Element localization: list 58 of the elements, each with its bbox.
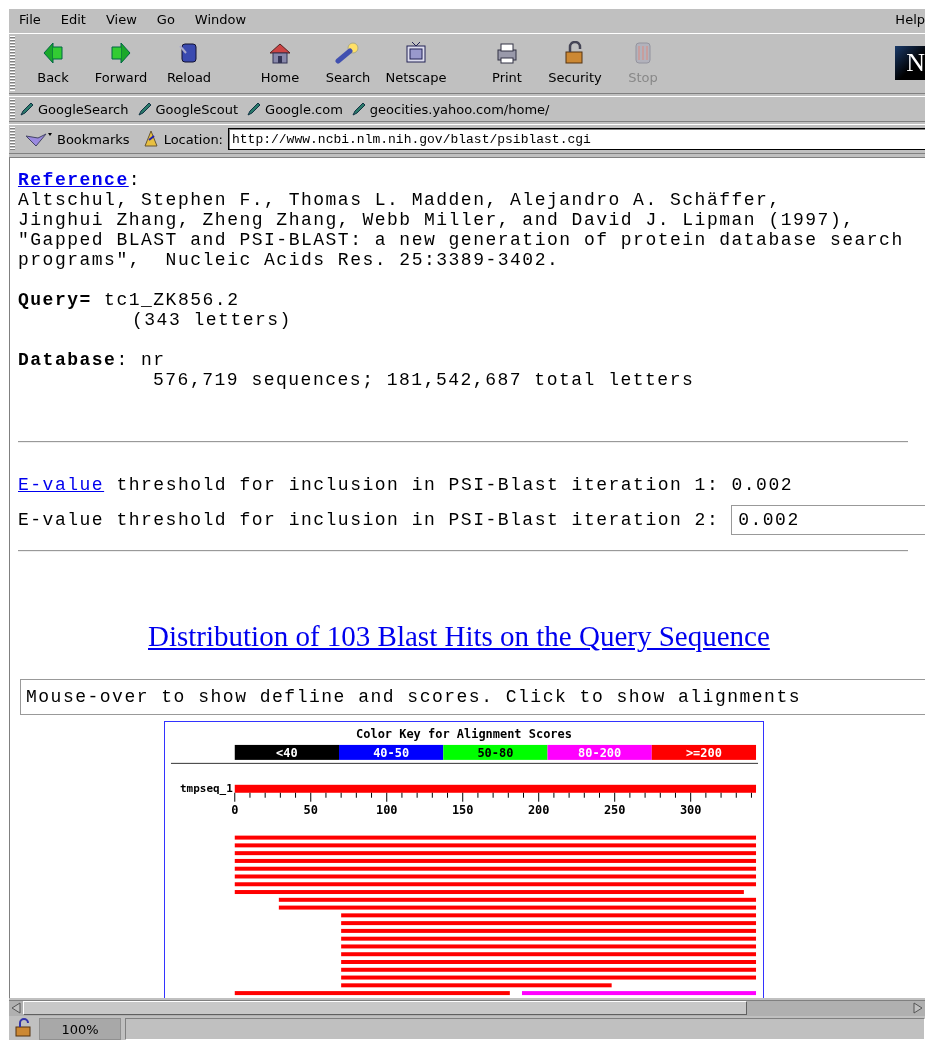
bookmark-link[interactable]: Google.com bbox=[246, 101, 343, 118]
bookmarks-button[interactable]: Bookmarks bbox=[24, 130, 130, 149]
menu-item[interactable]: Edit bbox=[60, 12, 96, 28]
axis-tick-label: 50 bbox=[303, 802, 318, 817]
toolbar-grip[interactable] bbox=[10, 127, 15, 151]
house-icon bbox=[267, 41, 293, 66]
evalue-field[interactable]: 0.002 bbox=[731, 505, 925, 535]
evalue-label: E-value threshold for inclusion in PSI-Blast iteration 2: bbox=[18, 510, 720, 530]
printer-icon bbox=[494, 41, 520, 66]
location-icon bbox=[142, 130, 159, 149]
toolbar-grip[interactable] bbox=[10, 98, 15, 120]
citation-text: Reference: Altschul, Stephen F., Thomas L. Madden, Alejandro A. Schäffer, Jinghui Zhang, Zheng Zhang, Webb Miller, and David J. Lipman (1997), "Gapped BLAST and PSI-BLAST: a new generation of protein database search programs", Nucleic Acids Res. 25:3389-3402. bbox=[18, 170, 905, 270]
axis-tick-label: 300 bbox=[679, 802, 702, 817]
flashlight-icon bbox=[335, 41, 361, 66]
menu-item[interactable]: View bbox=[105, 12, 147, 28]
distribution-heading-link[interactable]: Distribution of 103 Blast Hits on the Query Sequence bbox=[148, 620, 925, 652]
bookmark-link[interactable]: GoogleScout bbox=[136, 101, 239, 118]
color-key-label: >=200 bbox=[685, 745, 722, 760]
pen-icon bbox=[246, 101, 263, 118]
color-key-title: Color Key for Alignment Scores bbox=[356, 726, 572, 741]
axis-tick-label: 0 bbox=[231, 802, 239, 817]
menu-item[interactable]: Go bbox=[156, 12, 185, 28]
menu-item[interactable]: File bbox=[19, 12, 51, 28]
scroll-left-arrow-icon[interactable] bbox=[9, 1001, 23, 1016]
menu-item[interactable]: Help bbox=[895, 12, 925, 28]
location-label: Location: bbox=[163, 131, 223, 147]
sequence-label: tmpseq_1 bbox=[180, 781, 233, 795]
color-key-label: 80-200 bbox=[578, 745, 622, 760]
query-text: Query= tc1_ZK856.2 bbox=[18, 290, 241, 310]
defline-field[interactable]: Mouse-over to show defline and scores. Click to show alignments bbox=[20, 679, 925, 715]
query-length-text: (343 letters) bbox=[131, 310, 293, 330]
pen-icon bbox=[136, 101, 153, 118]
evalue-text: E-value threshold for inclusion in PSI-Blast iteration 1: 0.002 bbox=[18, 475, 795, 495]
axis-tick-label: 250 bbox=[603, 802, 626, 817]
axis-tick-label: 200 bbox=[527, 802, 550, 817]
axis-tick-label: 150 bbox=[451, 802, 474, 817]
database-stats-text: 576,719 sequences; 181,542,687 total letters bbox=[152, 370, 696, 390]
reference-link[interactable]: Reference bbox=[18, 170, 129, 190]
browser-logo: N bbox=[895, 46, 925, 81]
url-field[interactable]: http://www.ncbi.nlm.nih.gov/blast/psiblast.cgi bbox=[228, 128, 925, 151]
menu-item[interactable]: Window bbox=[194, 12, 257, 28]
scroll-right-arrow-icon[interactable] bbox=[911, 1001, 925, 1016]
database-text: Database: nr bbox=[18, 350, 167, 370]
evalue-link[interactable]: E-value bbox=[18, 475, 105, 495]
color-key-label: 40-50 bbox=[373, 745, 410, 760]
toolbar-grip[interactable] bbox=[10, 35, 15, 91]
bookmark-book-icon bbox=[24, 130, 54, 149]
pen-icon bbox=[350, 101, 367, 118]
scrollbar-thumb[interactable] bbox=[23, 1001, 747, 1016]
color-key-label: <40 bbox=[276, 745, 298, 760]
bookmark-link[interactable]: GoogleSearch bbox=[19, 101, 129, 118]
alignment-hits-drawing[interactable] bbox=[234, 835, 756, 996]
tv-icon bbox=[403, 41, 429, 66]
bookmark-link[interactable]: geocities.yahoo.com/home/ bbox=[350, 101, 550, 118]
color-key-label: 50-80 bbox=[477, 745, 514, 760]
pen-icon bbox=[19, 101, 35, 118]
zoom-level-text: 100% bbox=[39, 1018, 121, 1040]
axis-tick-label: 100 bbox=[375, 802, 398, 817]
